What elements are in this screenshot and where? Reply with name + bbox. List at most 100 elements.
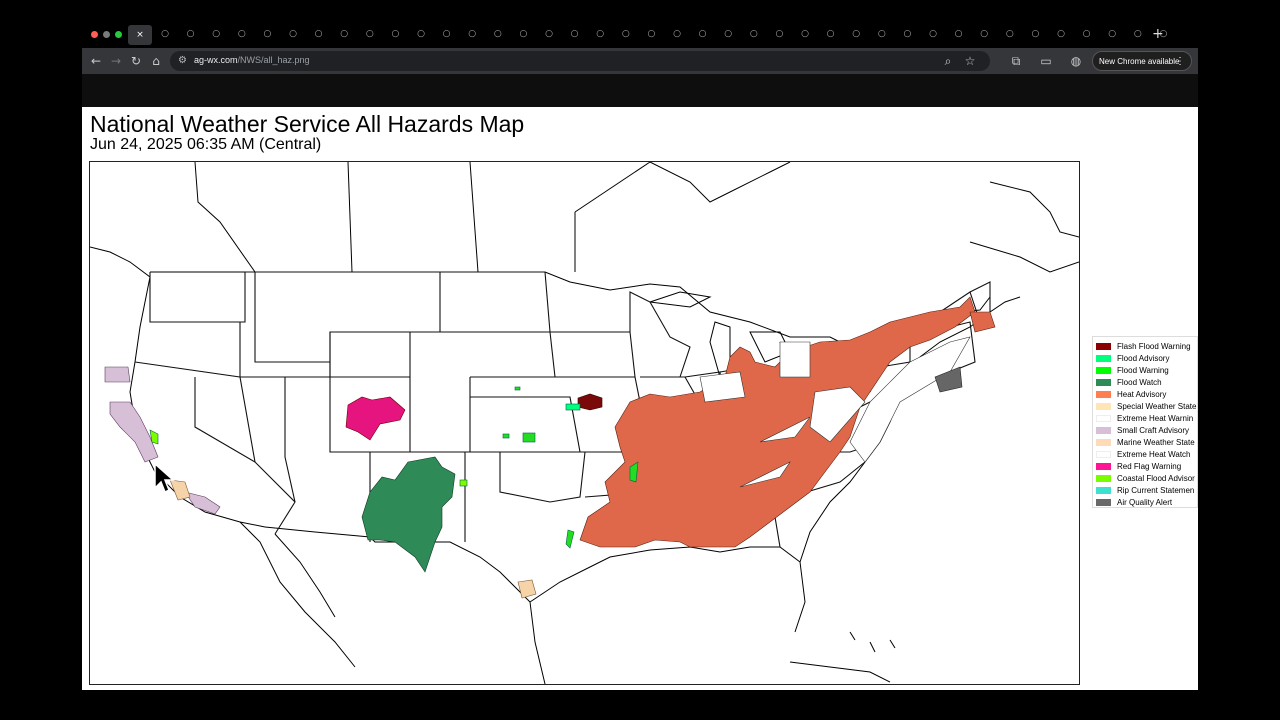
tab-favicon-icon[interactable]: ○ [440,27,454,41]
tab-favicon-icon[interactable]: ○ [491,27,505,41]
tab-favicon-icon[interactable]: ○ [824,27,838,41]
northern-coastline [649,161,791,203]
flood-warning-area [502,433,510,439]
tab-favicon-icon[interactable]: ○ [1028,27,1042,41]
tab-favicon-icon[interactable]: ○ [772,27,786,41]
legend-swatch [1096,450,1111,458]
tab-favicon-icon[interactable]: ○ [209,27,223,41]
legend-item: Special Weather State [1093,400,1197,412]
url-text[interactable]: ag-wx.com/NWS/all_haz.png [194,55,310,65]
tab-favicon-icon[interactable]: ○ [1131,27,1145,41]
tab-favicon-icon[interactable]: ○ [465,27,479,41]
maximize-window-icon[interactable] [115,31,122,38]
tab-favicon-icon[interactable]: ○ [1105,27,1119,41]
legend-label: Special Weather State [1117,401,1197,411]
tab-favicon-icon[interactable]: ○ [363,27,377,41]
tab-favicon-icon[interactable]: ○ [593,27,607,41]
tab-favicon-icon[interactable]: ○ [260,27,274,41]
tab-favicon-icon[interactable]: ○ [414,27,428,41]
tab-favicon-icon[interactable]: ○ [388,27,402,41]
flood-warning-area [522,432,536,443]
gulf-of-california [274,533,336,618]
tab-favicon-icon[interactable]: ○ [516,27,530,41]
state-boundaries [134,271,991,548]
reload-icon[interactable]: ↻ [128,53,144,69]
legend-label: Rip Current Statemen [1117,485,1195,495]
tab-favicon-icon[interactable]: ○ [235,27,249,41]
tab-close-icon[interactable]: × [136,30,144,40]
legend-item: Flood Warning [1093,364,1197,376]
legend-item: Heat Advisory [1093,388,1197,400]
legend-swatch [1096,390,1111,398]
tab-favicon-icon[interactable]: ○ [286,27,300,41]
tab-favicon-icon[interactable]: ○ [619,27,633,41]
flood-watch-area [361,456,456,573]
url-path: /NWS/all_haz.png [237,55,310,65]
profile-avatar-icon[interactable]: ◍ [1068,53,1084,69]
tab-favicon-icon[interactable]: ○ [644,27,658,41]
tab-favicon-icon[interactable]: ○ [1080,27,1094,41]
legend-item: Extreme Heat Warnin [1093,412,1197,424]
minimize-window-icon[interactable] [103,31,110,38]
tab-favicon-icon[interactable]: ○ [696,27,710,41]
legend-swatch [1096,462,1111,470]
tab-favicon-icon[interactable]: ○ [875,27,889,41]
back-icon[interactable]: ← [88,53,104,69]
browser-window: × ○ ○ ○ ○ ○ ○ ○ ○ ○ ○ ○ ○ ○ ○ ○ ○ ○ ○ ○ ○ ○ ○ ○ ○ ○ ○ ○ ○ ○ ○ ○ ○ ○ ○ ○ ○ ○ ○… [82,22,1198,690]
site-settings-icon[interactable]: ⚙ [178,55,187,66]
tab-favicon-icon[interactable]: ○ [1003,27,1017,41]
province-line [469,161,479,273]
tab-favicon-icon[interactable]: ○ [542,27,556,41]
bookmark-star-icon[interactable]: ☆ [962,53,978,69]
legend-swatch [1096,366,1111,374]
mouse-cursor-icon [154,462,175,494]
legend-label: Coastal Flood Advisor [1117,473,1195,483]
page-content: National Weather Service All Hazards Map… [82,107,1198,690]
tab-favicon-icon[interactable]: ○ [721,27,735,41]
legend-swatch [1096,402,1111,410]
tab-favicon-icon[interactable]: ○ [747,27,761,41]
address-bar[interactable]: ⚙ ag-wx.com/NWS/all_haz.png ⌕ ☆ [170,51,990,71]
tab-favicon-icon[interactable]: ○ [158,27,172,41]
tab-favicon-icon[interactable]: ○ [849,27,863,41]
cuba-coastline [789,661,891,683]
tab-favicon-icon[interactable]: ○ [670,27,684,41]
home-icon[interactable]: ⌂ [148,53,164,69]
tab-active[interactable]: × [128,25,152,45]
close-window-icon[interactable] [91,31,98,38]
tab-favicon-icon[interactable]: ○ [900,27,914,41]
legend-item: Flash Flood Warning [1093,340,1197,352]
update-chrome-button[interactable]: New Chrome available ⋮ [1092,51,1192,71]
legend-swatch [1096,414,1111,422]
legend-item: Small Craft Advisory [1093,424,1197,436]
tab-favicon-icon[interactable]: ○ [568,27,582,41]
coastal-flood-area [459,479,468,487]
zoom-icon[interactable]: ⌕ [940,53,956,69]
new-tab-button[interactable]: + [1152,26,1164,42]
forward-icon[interactable]: → [108,53,124,69]
tab-favicon-icon[interactable]: ○ [184,27,198,41]
update-chrome-label: New Chrome available [1099,56,1180,66]
legend-label: Flood Watch [1117,377,1162,387]
page-background-bar [82,74,1198,107]
tab-search-icon[interactable]: ▭ [1038,53,1054,69]
heat-advisory-area [969,311,996,333]
map-title: National Weather Service All Hazards Map [90,111,525,137]
menu-icon[interactable]: ⋮ [1175,56,1185,67]
legend-item: Marine Weather State [1093,436,1197,448]
legend-label: Marine Weather State [1117,437,1195,447]
tab-strip: × ○ ○ ○ ○ ○ ○ ○ ○ ○ ○ ○ ○ ○ ○ ○ ○ ○ ○ ○ ○ ○ ○ ○ ○ ○ ○ ○ ○ ○ ○ ○ ○ ○ ○ ○ ○ ○ ○… [82,22,1198,48]
map-legend: Flash Flood Warning Flood Advisory Flood W… [1092,336,1198,508]
map-svg [89,161,1080,685]
tab-favicon-icon[interactable]: ○ [952,27,966,41]
tab-favicon-icon[interactable]: ○ [312,27,326,41]
extensions-icon[interactable]: ⧉ [1008,53,1024,69]
tab-favicon-icon[interactable]: ○ [926,27,940,41]
tab-favicon-icon[interactable]: ○ [337,27,351,41]
legend-swatch [1096,378,1111,386]
legend-label: Air Quality Alert [1117,497,1173,507]
tab-favicon-icon[interactable]: ○ [798,27,812,41]
tab-favicon-icon[interactable]: ○ [977,27,991,41]
tab-favicon-icon[interactable]: ○ [1054,27,1068,41]
legend-swatch [1096,342,1111,350]
